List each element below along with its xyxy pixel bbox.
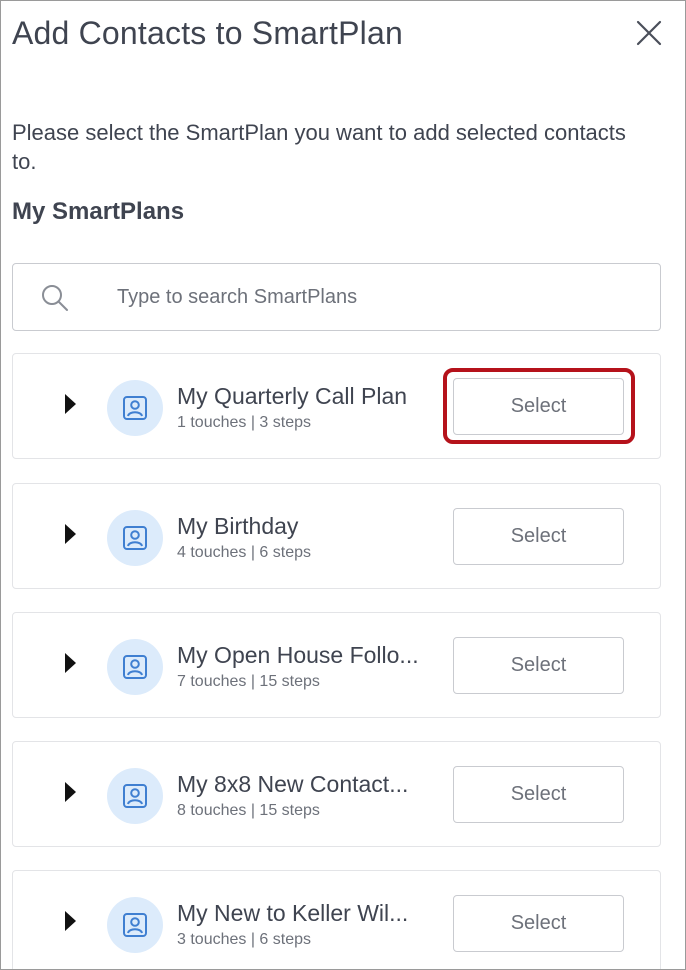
section-title: My SmartPlans [12,198,185,225]
smartplan-avatar [107,639,163,695]
contact-card-icon [123,913,147,937]
smartplan-row: My Quarterly Call Plan 1 touches | 3 step… [12,353,661,459]
smartplan-name: My Open House Follo... [177,642,419,668]
dialog-prompt: Please select the SmartPlan you want to … [12,120,626,174]
expand-caret-icon[interactable] [63,651,77,675]
add-contacts-dialog: Add Contacts to SmartPlan Please select … [0,0,686,970]
expand-caret-icon[interactable] [63,522,77,546]
search-icon [42,285,68,311]
select-button[interactable]: Select [453,766,624,823]
smartplan-name: My New to Keller Wil... [177,900,409,926]
contact-card-icon [123,784,147,808]
smartplan-row: My New to Keller Wil... 3 touches | 6 ste… [12,870,661,969]
select-button[interactable]: Select [453,895,624,952]
dialog-title: Add Contacts to SmartPlan [12,15,403,51]
expand-caret-icon[interactable] [63,909,77,933]
contact-card-icon [123,526,147,550]
expand-caret-icon[interactable] [63,392,77,416]
smartplan-row: My Open House Follo... 7 touches | 15 ste… [12,612,661,718]
smartplan-meta: 3 touches | 6 steps [177,931,312,948]
smartplan-avatar [107,897,163,953]
smartplan-name: My 8x8 New Contact... [177,771,409,797]
expand-caret-icon[interactable] [63,780,77,804]
close-icon[interactable] [635,19,663,47]
select-button[interactable]: Select [453,637,624,694]
smartplan-meta: 8 touches | 15 steps [177,802,320,819]
smartplan-meta: 7 touches | 15 steps [177,673,320,690]
smartplan-name: My Quarterly Call Plan [177,383,408,409]
smartplan-avatar [107,380,163,436]
smartplan-row: My Birthday 4 touches | 6 steps Select [12,483,661,589]
search-box [12,263,661,331]
smartplan-avatar [107,768,163,824]
smartplan-meta: 1 touches | 3 steps [177,414,312,431]
smartplan-avatar [107,510,163,566]
select-button[interactable]: Select [453,508,624,565]
search-input[interactable] [117,278,637,316]
contact-card-icon [123,396,147,420]
smartplan-name: My Birthday [177,513,299,539]
contact-card-icon [123,655,147,679]
select-button[interactable]: Select [453,378,624,435]
smartplan-meta: 4 touches | 6 steps [177,544,312,561]
smartplan-row: My 8x8 New Contact... 8 touches | 15 step… [12,741,661,847]
